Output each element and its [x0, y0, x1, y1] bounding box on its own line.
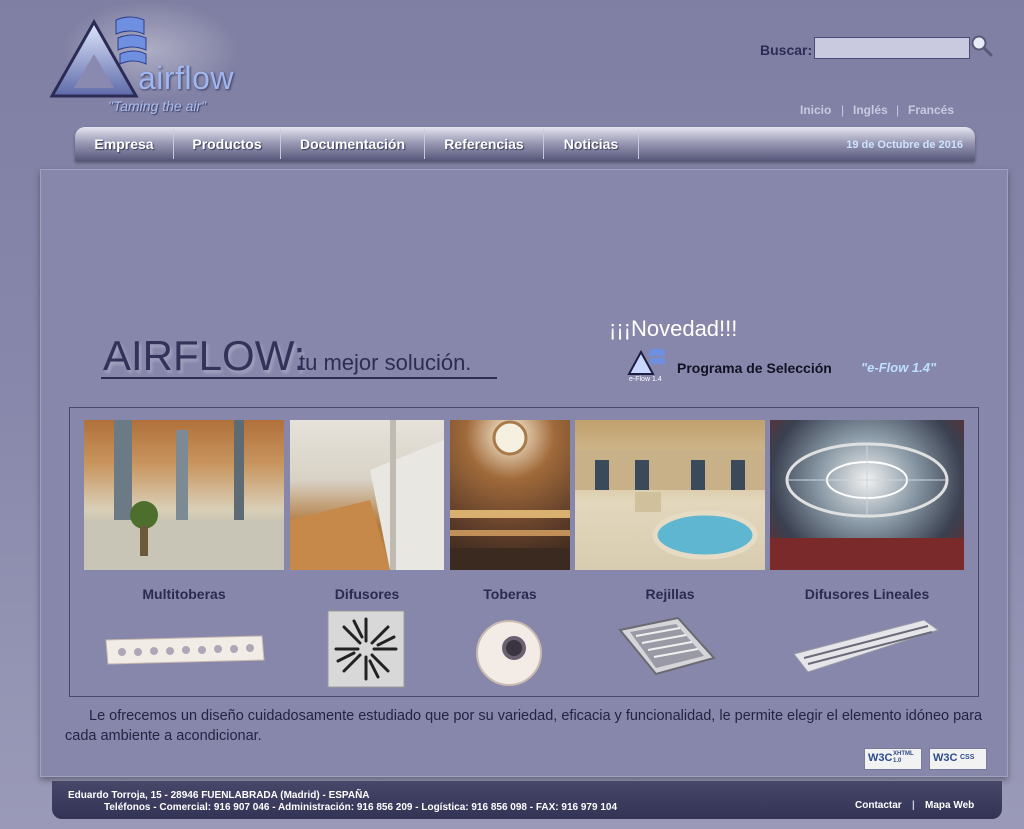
photo-difusores[interactable]: [290, 420, 444, 570]
arena-photo-icon: [770, 442, 964, 570]
search-input[interactable]: [814, 37, 970, 59]
footer-address: Eduardo Torroja, 15 - 28946 FUENLABRADA …: [68, 790, 370, 801]
logo[interactable]: airflow "Taming the air": [40, 8, 260, 123]
nav-item-noticias[interactable]: Noticias: [544, 127, 638, 161]
difusor-lineal-product-icon[interactable]: [792, 618, 940, 674]
product-title-rejillas[interactable]: Rejillas: [575, 586, 765, 602]
program-version[interactable]: "e-Flow 1.4": [861, 360, 936, 375]
hero-underline: [101, 377, 497, 379]
news-title: ¡¡¡Novedad!!!: [609, 316, 738, 341]
main-nav: Empresa Productos Documentación Referenc…: [75, 127, 975, 161]
theater-photo-icon: [450, 420, 570, 570]
spa-photo-icon: [575, 450, 765, 560]
product-title-multitoberas[interactable]: Multitoberas: [84, 586, 284, 602]
eflow-caption: e-Flow 1.4: [629, 376, 662, 383]
nav-item-referencias[interactable]: Referencias: [425, 127, 543, 161]
product-title-difusores-lineales[interactable]: Difusores Lineales: [770, 586, 964, 602]
hero-brand: AIRFLOW:: [103, 332, 306, 379]
current-date: 19 de Octubre de 2016: [846, 139, 963, 151]
magnifier-icon: [971, 35, 993, 57]
lang-link-frances[interactable]: Francés: [908, 103, 954, 117]
nav-item-documentacion[interactable]: Documentación: [281, 127, 424, 161]
nav-item-productos[interactable]: Productos: [174, 127, 280, 161]
lang-separator: |: [841, 103, 845, 117]
product-gallery: Multitoberas Difusores Toberas Rejillas …: [69, 407, 979, 697]
nav-item-empresa[interactable]: Empresa: [75, 127, 173, 161]
rejilla-product-icon[interactable]: [616, 616, 718, 678]
multitoberas-product-icon[interactable]: [104, 634, 266, 668]
xhtml-label: XHTML 1.0: [893, 751, 914, 764]
photo-multitoberas[interactable]: [84, 420, 284, 570]
search-label: Buscar:: [760, 42, 813, 58]
nav-divider: [638, 129, 639, 159]
hero-slogan: tu mejor solución.: [299, 350, 472, 375]
program-label[interactable]: Programa de Selección: [677, 360, 832, 376]
w3c-label: W3C: [933, 752, 958, 764]
photo-toberas[interactable]: [450, 420, 570, 570]
footer-link-mapa-web[interactable]: Mapa Web: [925, 800, 974, 811]
product-title-toberas[interactable]: Toberas: [450, 586, 570, 602]
description-text: Le ofrecemos un diseño cuidadosamente es…: [65, 708, 983, 744]
footer-link-contactar[interactable]: Contactar: [855, 800, 902, 811]
logo-tagline: "Taming the air": [108, 98, 207, 114]
product-title-difusores[interactable]: Difusores: [290, 586, 444, 602]
footer-separator: |: [912, 800, 915, 811]
lobby-photo-icon: [84, 420, 284, 570]
photo-rejillas[interactable]: [575, 420, 765, 570]
css-validator-badge[interactable]: W3C CSS: [929, 748, 987, 770]
eflow-logo-icon: [627, 348, 665, 375]
logo-text: airflow: [138, 60, 234, 96]
footer: Eduardo Torroja, 15 - 28946 FUENLABRADA …: [52, 781, 1002, 819]
main-panel: AIRFLOW: tu mejor solución. ¡¡¡Novedad!!…: [40, 169, 1008, 777]
xhtml-validator-badge[interactable]: W3C XHTML 1.0: [864, 748, 922, 770]
lang-link-inicio[interactable]: Inicio: [800, 103, 831, 117]
search-button[interactable]: [970, 34, 994, 58]
footer-phones: Teléfonos - Comercial: 916 907 046 - Adm…: [104, 802, 618, 813]
lang-separator: |: [896, 103, 900, 117]
tobera-product-icon[interactable]: [474, 618, 544, 688]
photo-difusores-lineales[interactable]: [770, 420, 964, 570]
w3c-label: W3C: [868, 752, 893, 764]
corridor-photo-icon: [290, 420, 444, 570]
difusor-product-icon[interactable]: [327, 610, 405, 688]
lang-link-ingles[interactable]: Inglés: [853, 103, 888, 117]
css-label: CSS: [960, 754, 975, 761]
